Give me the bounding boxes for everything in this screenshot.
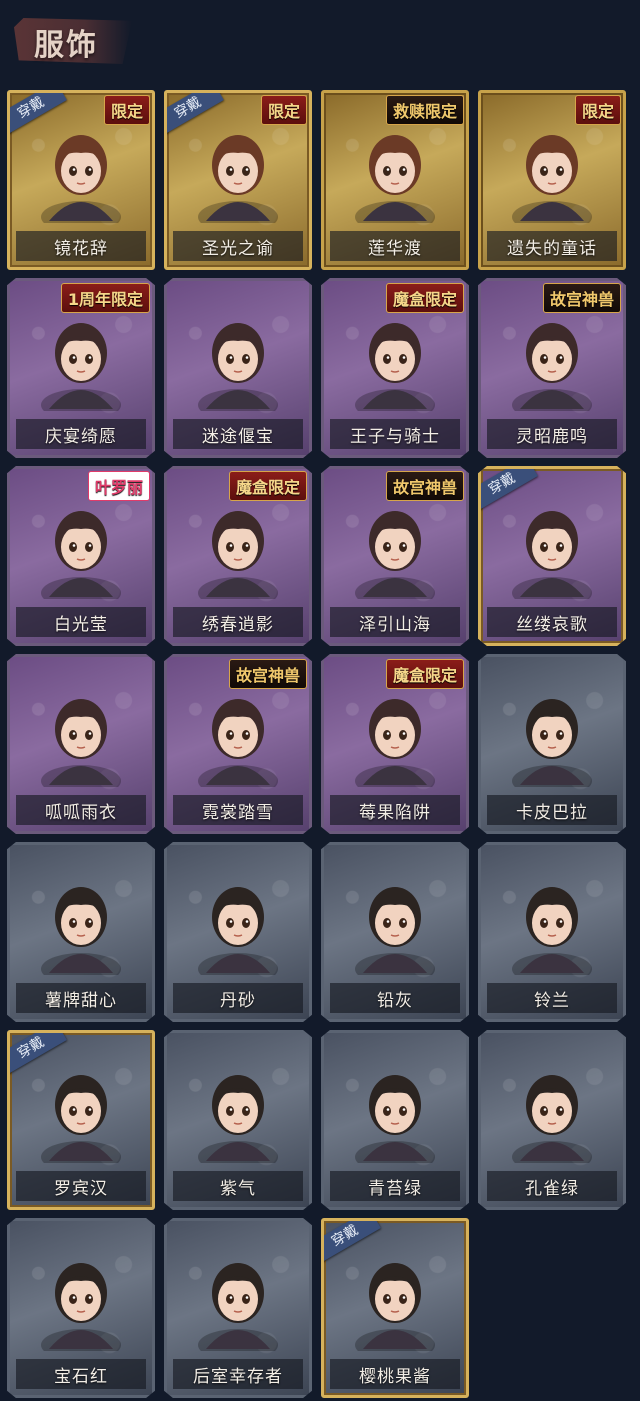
costume-name: 庆宴绮愿	[16, 419, 146, 449]
character-portrait-icon	[345, 1053, 445, 1163]
costume-card[interactable]: 霓裳踏雪 故宫神兽	[164, 654, 312, 834]
character-portrait-icon	[188, 1241, 288, 1351]
costume-card[interactable]: 樱桃果酱 穿戴	[321, 1218, 469, 1398]
limited-badge: 故宫神兽	[385, 471, 464, 501]
costume-card[interactable]: 后室幸存者	[164, 1218, 312, 1398]
character-portrait-icon	[345, 301, 445, 411]
costume-name: 宝石红	[16, 1359, 146, 1389]
limited-badge: 限定	[103, 95, 150, 125]
character-portrait-icon	[502, 865, 602, 975]
costume-card[interactable]: 孔雀绿	[478, 1030, 626, 1210]
costume-grid: 镜花辞 穿戴 限定 圣光之谕 穿戴 限定 莲华渡 救赎限定遗失的童话 限定庆宴绮愿 1周年限定迷途…	[0, 0, 640, 1401]
costume-card[interactable]: 圣光之谕 穿戴 限定	[164, 90, 312, 270]
character-portrait-icon	[31, 677, 131, 787]
limited-badge: 1周年限定	[60, 283, 150, 313]
limited-badge: 魔盒限定	[228, 471, 307, 501]
costume-card[interactable]: 灵昭鹿鸣 故宫神兽	[478, 278, 626, 458]
costume-name: 莓果陷阱	[330, 795, 460, 825]
costume-card[interactable]: 铃兰	[478, 842, 626, 1022]
character-portrait-icon	[502, 113, 602, 223]
costume-name: 铅灰	[330, 983, 460, 1013]
character-portrait-icon	[345, 113, 445, 223]
character-portrait-icon	[502, 489, 602, 599]
costume-card[interactable]: 薯牌甜心	[7, 842, 155, 1022]
limited-badge: 故宫神兽	[228, 659, 307, 689]
costume-card[interactable]: 莲华渡 救赎限定	[321, 90, 469, 270]
costume-card[interactable]: 镜花辞 穿戴 限定	[7, 90, 155, 270]
character-portrait-icon	[345, 1241, 445, 1351]
costume-name: 孔雀绿	[487, 1171, 617, 1201]
costume-name: 卡皮巴拉	[487, 795, 617, 825]
character-portrait-icon	[188, 489, 288, 599]
character-portrait-icon	[188, 865, 288, 975]
limited-badge: 限定	[260, 95, 307, 125]
costume-card[interactable]: 泽引山海 故宫神兽	[321, 466, 469, 646]
costume-card[interactable]: 庆宴绮愿 1周年限定	[7, 278, 155, 458]
limited-badge: 限定	[574, 95, 621, 125]
limited-badge: 救赎限定	[385, 95, 464, 125]
character-portrait-icon	[188, 1053, 288, 1163]
costume-name: 后室幸存者	[173, 1359, 303, 1389]
character-portrait-icon	[31, 1241, 131, 1351]
costume-name: 铃兰	[487, 983, 617, 1013]
costume-name: 青苔绿	[330, 1171, 460, 1201]
character-portrait-icon	[345, 677, 445, 787]
costume-name: 霓裳踏雪	[173, 795, 303, 825]
costume-card[interactable]: 宝石红	[7, 1218, 155, 1398]
limited-badge: 魔盒限定	[385, 283, 464, 313]
costume-card[interactable]: 铅灰	[321, 842, 469, 1022]
limited-badge: 故宫神兽	[542, 283, 621, 313]
character-portrait-icon	[188, 301, 288, 411]
costume-card[interactable]: 紫气	[164, 1030, 312, 1210]
costume-name: 圣光之谕	[173, 231, 303, 261]
character-portrait-icon	[31, 1053, 131, 1163]
costume-name: 灵昭鹿鸣	[487, 419, 617, 449]
costume-name: 薯牌甜心	[16, 983, 146, 1013]
costume-name: 呱呱雨衣	[16, 795, 146, 825]
costume-name: 丝缕哀歌	[487, 607, 617, 637]
costume-name: 樱桃果酱	[330, 1359, 460, 1389]
costume-card[interactable]: 青苔绿	[321, 1030, 469, 1210]
costume-name: 泽引山海	[330, 607, 460, 637]
costume-name: 紫气	[173, 1171, 303, 1201]
costume-card[interactable]: 罗宾汉 穿戴	[7, 1030, 155, 1210]
costume-card[interactable]: 呱呱雨衣	[7, 654, 155, 834]
costume-card[interactable]: 卡皮巴拉	[478, 654, 626, 834]
costume-name: 罗宾汉	[16, 1171, 146, 1201]
character-portrait-icon	[31, 113, 131, 223]
character-portrait-icon	[188, 113, 288, 223]
character-portrait-icon	[345, 865, 445, 975]
costume-name: 遗失的童话	[487, 231, 617, 261]
costume-card[interactable]: 绣春逍影 魔盒限定	[164, 466, 312, 646]
costume-name: 绣春逍影	[173, 607, 303, 637]
costume-card[interactable]: 丝缕哀歌 穿戴	[478, 466, 626, 646]
costume-name: 迷途偃宝	[173, 419, 303, 449]
character-portrait-icon	[502, 677, 602, 787]
character-portrait-icon	[345, 489, 445, 599]
character-portrait-icon	[31, 489, 131, 599]
character-portrait-icon	[31, 301, 131, 411]
costume-card[interactable]: 王子与骑士 魔盒限定	[321, 278, 469, 458]
costume-card[interactable]: 白光莹 叶罗丽	[7, 466, 155, 646]
costume-card[interactable]: 丹砂	[164, 842, 312, 1022]
limited-badge: 叶罗丽	[87, 471, 150, 501]
character-portrait-icon	[502, 1053, 602, 1163]
costume-name: 镜花辞	[16, 231, 146, 261]
costume-card[interactable]: 莓果陷阱 魔盒限定	[321, 654, 469, 834]
character-portrait-icon	[31, 865, 131, 975]
limited-badge: 魔盒限定	[385, 659, 464, 689]
character-portrait-icon	[188, 677, 288, 787]
costume-name: 丹砂	[173, 983, 303, 1013]
costume-name: 白光莹	[16, 607, 146, 637]
character-portrait-icon	[502, 301, 602, 411]
costume-card[interactable]: 遗失的童话 限定	[478, 90, 626, 270]
costume-card[interactable]: 迷途偃宝	[164, 278, 312, 458]
costume-name: 莲华渡	[330, 231, 460, 261]
costume-name: 王子与骑士	[330, 419, 460, 449]
